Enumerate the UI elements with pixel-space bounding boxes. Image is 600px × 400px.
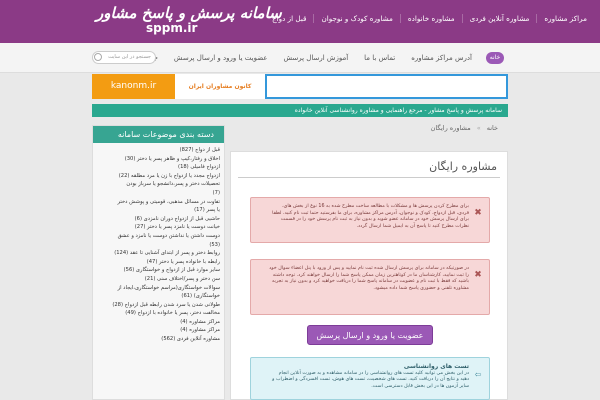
top-menu-item[interactable]: مشاوره خانواده xyxy=(399,14,462,23)
category-item[interactable]: مخالفت دختر، پسر یا خانواده با ازدواج (4… xyxy=(99,309,220,318)
title-divider xyxy=(238,177,500,178)
category-item[interactable]: رابطه با خانواده پسر یا دختر (47) xyxy=(99,258,220,267)
category-item[interactable]: مراکز مشاوره (4) xyxy=(99,326,220,335)
top-menu-item[interactable]: مشاوره کودک و نوجوان xyxy=(313,14,399,23)
notice-text: برای مطرح کردن پرسش ها و مشکلات با مطالع… xyxy=(272,204,469,229)
category-item[interactable]: تفاوت در مسائل مذهبی، قومیتی و پوشش دختر xyxy=(99,198,220,207)
category-item[interactable]: قبل از دواج (827) xyxy=(99,146,220,155)
top-menu-item[interactable]: مراکز مشاوره xyxy=(536,14,594,23)
category-item[interactable]: سوالات خواستگاری(مراسم خواستگاری،ایجاد ا… xyxy=(99,284,220,293)
breadcrumb-separator: » xyxy=(476,124,481,132)
notice-box: ✖ در صورتیکه در سامانه برای پرسش ارسال ش… xyxy=(250,259,490,315)
info-box: ⇦ تست های روانشناسی در این بخش می توانید… xyxy=(250,357,490,400)
banner-ad-box[interactable] xyxy=(265,74,508,99)
category-item[interactable]: روابط دختر و پسر از ابتدای آشنایی تا عقد… xyxy=(99,249,220,258)
home-button[interactable]: خانه xyxy=(486,52,504,64)
page-title: مشاوره رایگان xyxy=(429,160,497,173)
main-menu-item[interactable]: آدرس مراکز مشاوره xyxy=(403,54,480,62)
category-list: قبل از دواج (827) اخلاق و رفتار،کیپ و ظا… xyxy=(93,143,224,399)
top-menu-item[interactable]: مشاوره آنلاین فردی xyxy=(461,14,537,23)
breadcrumb: خانه » مشاوره رایگان xyxy=(431,124,498,132)
category-item[interactable]: خواستگاری) (61) xyxy=(99,292,220,301)
category-item[interactable]: ازدواج مجدد یا ازدواج با زن یا مرد مطلقه… xyxy=(99,172,220,181)
sidebar-title: دسته بندی موضوعات سامانه xyxy=(93,126,224,143)
category-item[interactable]: مراکز مشاوره (4) xyxy=(99,318,220,327)
banner-kanonm[interactable]: kanonm.ir xyxy=(92,74,175,99)
register-button[interactable]: عضویت یا ورود و ارسال پرسش xyxy=(307,325,433,345)
banner-kanon-text[interactable]: کانون مشاوران ایران xyxy=(175,74,265,99)
info-text: در این بخش می توانید کلیه تست های روانشن… xyxy=(272,370,469,389)
category-item[interactable]: ازدواج فامیلی (18) xyxy=(99,163,220,172)
breadcrumb-home[interactable]: خانه xyxy=(487,124,498,132)
category-item[interactable]: طولانی شدن یا سرد شدن رابطه قبل ازدواج (… xyxy=(99,301,220,310)
notice-text: در صورتیکه در سامانه برای پرسش ارسال شده… xyxy=(269,266,469,291)
category-item[interactable]: سن دختر و پسر/اختلاف سنی (21) xyxy=(99,275,220,284)
close-icon[interactable]: ✖ xyxy=(473,208,483,218)
category-item[interactable]: خیانت دوست یا نامزد پسر یا دختر (27) xyxy=(99,223,220,232)
top-menu: مراکز مشاوره مشاوره آنلاین فردی مشاوره خ… xyxy=(265,14,594,23)
main-menu-item[interactable]: عضویت یا ورود و ارسال پرسش xyxy=(166,54,276,62)
info-title[interactable]: تست های روانشناسی xyxy=(269,363,469,371)
main-menu: آدرس مراکز مشاوره تماس با ما آموزش ارسال… xyxy=(108,54,480,62)
category-sidebar: دسته بندی موضوعات سامانه قبل از دواج (82… xyxy=(92,125,225,400)
close-icon[interactable]: ✖ xyxy=(473,270,483,280)
breadcrumb-current: مشاوره رایگان xyxy=(430,124,471,132)
category-item[interactable]: مشاوره آنلاین فردی (562) xyxy=(99,335,220,344)
category-item[interactable]: دوست داشتن یا نداشتن دوست یا نامزد و عشق xyxy=(99,232,220,241)
arrow-left-icon: ⇦ xyxy=(474,370,482,379)
main-menu-item[interactable]: آموزش ارسال پرسش xyxy=(275,54,356,62)
category-item[interactable]: (53) xyxy=(99,241,220,250)
news-ticker[interactable]: سامانه پرسش و پاسخ مشاور - مرجع راهنمایی… xyxy=(92,104,508,117)
category-item[interactable]: اخلاق و رفتار،کیپ و ظاهر پسر یا دختر (30… xyxy=(99,155,220,164)
main-menu-item[interactable]: تماس با ما xyxy=(356,54,403,62)
logo-english-text: sppm.ir xyxy=(146,21,198,35)
notice-box: ✖ برای مطرح کردن پرسش ها و مشکلات با مطا… xyxy=(250,197,490,243)
site-logo[interactable]: سامانه پرسش و پاسخ مشاور sppm.ir xyxy=(96,4,282,37)
category-item[interactable]: حاشیی قبل از ازدواج دوران نامزدی (6) xyxy=(99,215,220,224)
category-item[interactable]: یا پسر (17) xyxy=(99,206,220,215)
category-item[interactable]: تحصیلات دختر و پسر،دانشجو یا سرباز بودن xyxy=(99,180,220,189)
top-menu-item[interactable]: قبل از دواج xyxy=(265,14,313,23)
logo-persian-text: سامانه پرسش و پاسخ مشاور xyxy=(96,4,282,22)
category-item[interactable]: ساير موارد قبل از ازدواج و خواستگاری (56… xyxy=(99,266,220,275)
category-item[interactable]: (7) xyxy=(99,189,220,198)
info-text-block: تست های روانشناسی در این بخش می توانید ک… xyxy=(269,363,469,390)
